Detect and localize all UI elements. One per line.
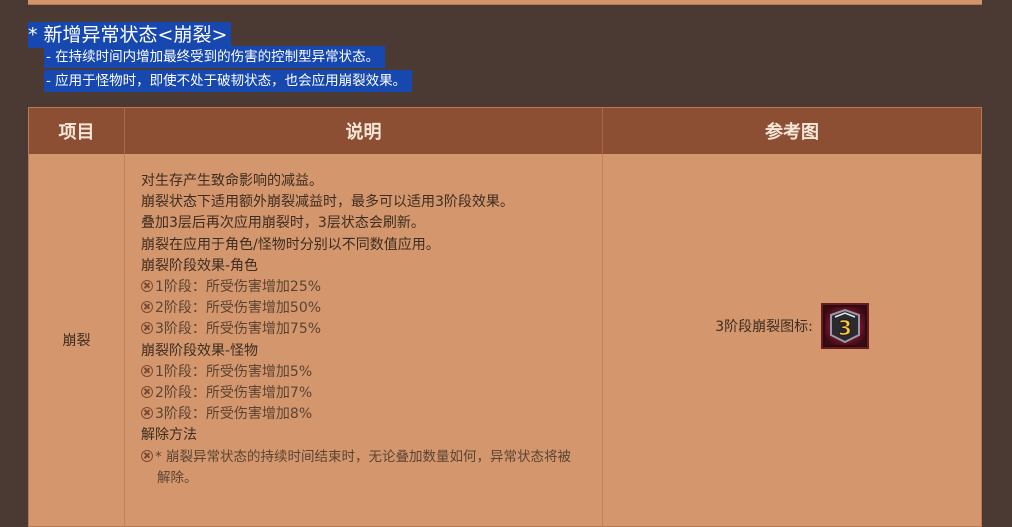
patch-notes: * 新增异常状态<崩裂> - 在持续时间内增加最终受到的伤害的控制型异常状态。 … xyxy=(28,22,413,94)
stage-text: 2阶段：所受伤害增加7% xyxy=(155,385,313,402)
character-stages-title: 崩裂阶段效果-角色 xyxy=(141,257,259,274)
status-table: 项目 说明 参考图 崩裂 对生存产生致命影响的减益。 崩裂状态下适用额外崩裂减益… xyxy=(28,107,982,527)
item-name: 崩裂 xyxy=(29,154,125,526)
notes-line: - 在持续时间内增加最终受到的伤害的控制型异常状态。 xyxy=(44,46,386,68)
stage-item: 3阶段：所受伤害增加8% xyxy=(141,404,602,425)
x-circle-icon xyxy=(141,280,153,293)
header-description: 说明 xyxy=(125,108,603,154)
stage-text: 2阶段：所受伤害增加50% xyxy=(155,300,322,317)
notes-title: * 新增异常状态<崩裂> xyxy=(28,22,232,48)
stage-3-rupture-icon: 3 xyxy=(820,303,869,349)
icon-number: 3 xyxy=(838,316,852,340)
x-circle-icon xyxy=(141,386,153,399)
stage-item: 2阶段：所受伤害增加50% xyxy=(141,298,602,319)
removal-text: * 崩裂异常状态的持续时间结束时，无论叠加数量如何，异常状态将被 解除。 xyxy=(141,447,602,489)
description-cell: 对生存产生致命影响的减益。 崩裂状态下适用额外崩裂减益时，最多可以适用3阶段效果… xyxy=(125,154,603,526)
removal-text-2: 解除。 xyxy=(157,469,198,486)
stage-text: 3阶段：所受伤害增加8% xyxy=(155,406,313,423)
header-item: 项目 xyxy=(29,108,125,154)
table-row: 崩裂 对生存产生致命影响的减益。 崩裂状态下适用额外崩裂减益时，最多可以适用3阶… xyxy=(29,154,981,526)
removal-title: 解除方法 xyxy=(141,427,197,444)
table-header: 项目 说明 参考图 xyxy=(29,108,981,154)
stage-item: 1阶段：所受伤害增加25% xyxy=(141,277,602,298)
top-panel-edge xyxy=(28,0,982,5)
x-circle-icon xyxy=(141,322,153,335)
stage-item: 1阶段：所受伤害增加5% xyxy=(141,362,602,383)
description-line: 崩裂状态下适用额外崩裂减益时，最多可以适用3阶段效果。 xyxy=(141,194,514,211)
reference-cell: 3阶段崩裂图标: 3 xyxy=(603,154,981,526)
stage-text: 3阶段：所受伤害增加75% xyxy=(155,321,322,338)
removal-text-1: * 崩裂异常状态的持续时间结束时，无论叠加数量如何，异常状态将被 xyxy=(155,448,572,465)
x-circle-icon xyxy=(141,407,153,420)
description-line: 崩裂在应用于角色/怪物时分别以不同数值应用。 xyxy=(141,236,440,253)
stage-text: 1阶段：所受伤害增加5% xyxy=(155,363,313,380)
x-circle-icon xyxy=(141,364,153,377)
description-line: 叠加3层后再次应用崩裂时，3层状态会刷新。 xyxy=(141,215,425,232)
rupture-icon-art: 3 xyxy=(824,307,865,345)
monster-stages-title: 崩裂阶段效果-怪物 xyxy=(141,342,259,359)
x-circle-icon xyxy=(141,449,153,462)
stage-item: 3阶段：所受伤害增加75% xyxy=(141,319,602,340)
reference-label: 3阶段崩裂图标: xyxy=(715,319,813,335)
notes-line: - 应用于怪物时，即使不处于破韧状态，也会应用崩裂效果。 xyxy=(44,70,413,92)
header-reference: 参考图 xyxy=(765,122,819,143)
stage-text: 1阶段：所受伤害增加25% xyxy=(155,279,322,296)
description-line: 对生存产生致命影响的减益。 xyxy=(141,173,323,189)
stage-item: 2阶段：所受伤害增加7% xyxy=(141,383,602,404)
x-circle-icon xyxy=(141,301,153,314)
